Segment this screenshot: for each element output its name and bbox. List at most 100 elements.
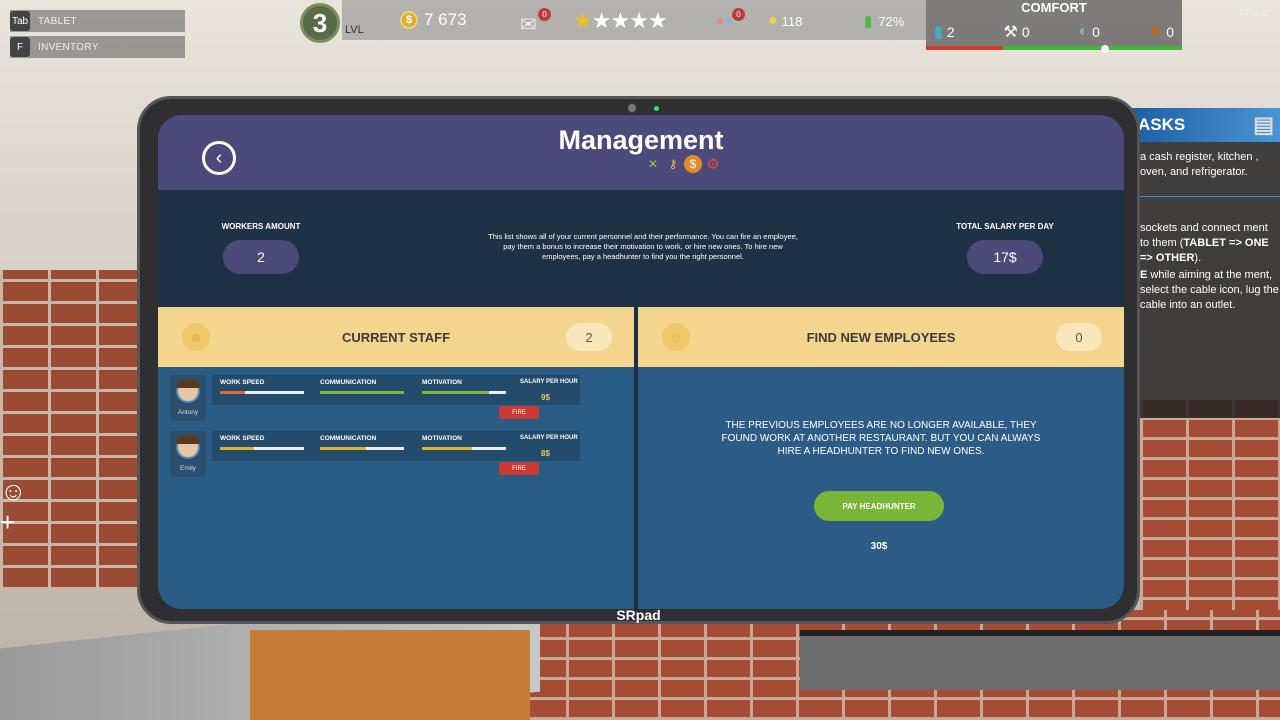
key-hint-inventory[interactable]: F INVENTORY [10, 36, 185, 58]
customers-button[interactable]: ●●● 0 [716, 8, 745, 28]
tablet-screen: ‹ Management ✕ ⚷ $ ⚙ WORKERS AMOUNT 2 Th… [158, 115, 1124, 609]
clipboard-icon: ▤ [1253, 112, 1274, 137]
motivation-fill [422, 447, 473, 450]
status-led [654, 106, 659, 111]
employee-stats: WORK SPEED COMMUNICATION MOTIVATION SALA… [212, 431, 580, 461]
salary-value: 8$ [541, 449, 550, 458]
salary-per-hour-label: SALARY PER HOUR [520, 435, 578, 441]
hammer-icon: ⚒ [1003, 24, 1018, 41]
communication-label: COMMUNICATION [320, 379, 377, 386]
fire-button[interactable]: FIRE [499, 406, 539, 419]
management-header: ‹ Management ✕ ⚷ $ ⚙ [158, 115, 1124, 190]
battery-value: 72% [878, 13, 905, 29]
motivation-bar [422, 391, 506, 394]
comfort-bar [926, 46, 1182, 50]
add-user-icon[interactable]: ☺+ [0, 476, 40, 537]
task-text-1: a cash register, kitchen , oven, and ref… [1140, 151, 1259, 178]
total-salary-value: 17$ [967, 240, 1043, 274]
tasks-separator [1120, 196, 1280, 197]
employee-stats: WORK SPEED COMMUNICATION MOTIVATION SALA… [212, 375, 580, 405]
money-value: 7 673 [424, 10, 467, 29]
work-speed-bar [220, 447, 304, 450]
motivation-label: MOTIVATION [422, 435, 462, 442]
tab-key-icon: Tab [10, 11, 30, 31]
page-title: Management [558, 125, 724, 155]
money-display: $ 7 673 [400, 10, 467, 30]
pay-headhunter-button[interactable]: PAY HEADHUNTER [814, 491, 944, 521]
brick-wall-left [0, 270, 140, 590]
info-description: This list shows all of your current pers… [488, 232, 798, 261]
current-staff-title: CURRENT STAFF [341, 329, 451, 345]
level-label: LVL [345, 24, 364, 36]
key-icon: ⚷ [668, 157, 678, 171]
work-speed-fill [220, 391, 246, 394]
wood-counter [250, 630, 530, 720]
comfort-items: ▮ 2 ⚒ 0 ◐ 0 ✱ 0 [934, 22, 1174, 42]
find-employees-header: ☺ FIND NEW EMPLOYEES 0 [638, 307, 1124, 367]
key-hint-tablet[interactable]: Tab TABLET [10, 10, 185, 32]
communication-fill [320, 447, 367, 450]
workers-amount-value: 2 [223, 240, 299, 274]
star-icon: ★ [573, 8, 593, 33]
communication-bar [320, 447, 404, 450]
comfort-value: 0 [1021, 24, 1030, 40]
avatar-hair [176, 435, 200, 444]
comfort-value: 0 [1166, 24, 1174, 40]
work-speed-bar [220, 391, 304, 394]
headhunter-price: 30$ [870, 541, 888, 552]
work-speed-label: WORK SPEED [220, 379, 265, 386]
comfort-value: 2 [946, 24, 955, 40]
comfort-item: ▮ 2 [934, 22, 955, 42]
lightbulb-icon: ● [768, 12, 778, 29]
cockroach-icon: ✱ [1148, 24, 1163, 41]
comfort-title: COMFORT [1021, 0, 1087, 15]
f-key-icon: F [10, 37, 30, 57]
ideas-value: 118 [781, 13, 803, 29]
people-badge: 0 [732, 8, 745, 21]
battery-display: ▮ 72% [864, 12, 904, 30]
extinguisher-icon: ▮ [934, 24, 943, 41]
key-hint-label: TABLET [38, 15, 77, 27]
comfort-item: ✱ 0 [1149, 22, 1174, 42]
search-person-icon: ☺ [662, 323, 690, 351]
task-text: ). [1194, 252, 1202, 264]
top-status-bar: $ 7 673 ✉ 0 ★★★★★ ●●● 0 ● 118 ▮ 72% [342, 0, 926, 40]
avatar-hair [176, 379, 200, 388]
comfort-item: ⚒ 0 [1003, 22, 1029, 42]
battery-icon: ▮ [864, 13, 873, 30]
mail-badge: 0 [538, 8, 551, 21]
workers-amount-label: WORKERS AMOUNT [221, 222, 301, 231]
communication-bar [320, 391, 404, 394]
task-text: while aiming at the ment, select the cab… [1140, 269, 1279, 311]
tasks-header: ASKS ▤ [1120, 108, 1280, 142]
level-badge: 3 [300, 3, 340, 43]
find-employees-count: 0 [1056, 323, 1102, 351]
total-salary-label: TOTAL SALARY PER DAY [956, 222, 1054, 231]
camera-icon [626, 102, 638, 114]
fps-counter: FPS: 47 [1239, 8, 1272, 18]
current-staff-count: 2 [566, 323, 612, 351]
mail-button[interactable]: ✉ 0 [520, 8, 551, 37]
rating-stars: ★ ★ ★ ★ ★ [573, 8, 668, 34]
communication-label: COMMUNICATION [320, 435, 377, 442]
staff-icon: ☻ [182, 323, 210, 351]
find-employees-body: THE PREVIOUS EMPLOYEES ARE NO LONGER AVA… [638, 367, 1124, 609]
star-icon: ★ [647, 8, 668, 33]
key-hint-label: INVENTORY [38, 41, 99, 53]
comfort-item: ◐ 0 [1078, 22, 1099, 42]
employee-row[interactable]: Antony WORK SPEED COMMUNICATION MOTIVATI… [170, 375, 580, 421]
gear-icon: ⚙ [706, 156, 720, 173]
fire-button[interactable]: FIRE [499, 462, 539, 475]
work-speed-fill [220, 447, 254, 450]
key-hints: Tab TABLET F INVENTORY [10, 10, 185, 62]
motivation-label: MOTIVATION [422, 379, 462, 386]
comfort-value: 0 [1092, 24, 1100, 40]
current-staff-header: ☻ CURRENT STAFF 2 [158, 307, 634, 367]
rat-icon: ◐ [1078, 23, 1089, 40]
tablet-device: ‹ Management ✕ ⚷ $ ⚙ WORKERS AMOUNT 2 Th… [137, 96, 1140, 624]
star-icon: ★ [591, 8, 612, 33]
tasks-panel: ASKS ▤ a cash register, kitchen , oven, … [1120, 108, 1280, 418]
window-frame [800, 630, 1280, 690]
avatar: Emily [170, 431, 206, 477]
employee-row[interactable]: Emily WORK SPEED COMMUNICATION MOTIVATIO… [170, 431, 580, 477]
